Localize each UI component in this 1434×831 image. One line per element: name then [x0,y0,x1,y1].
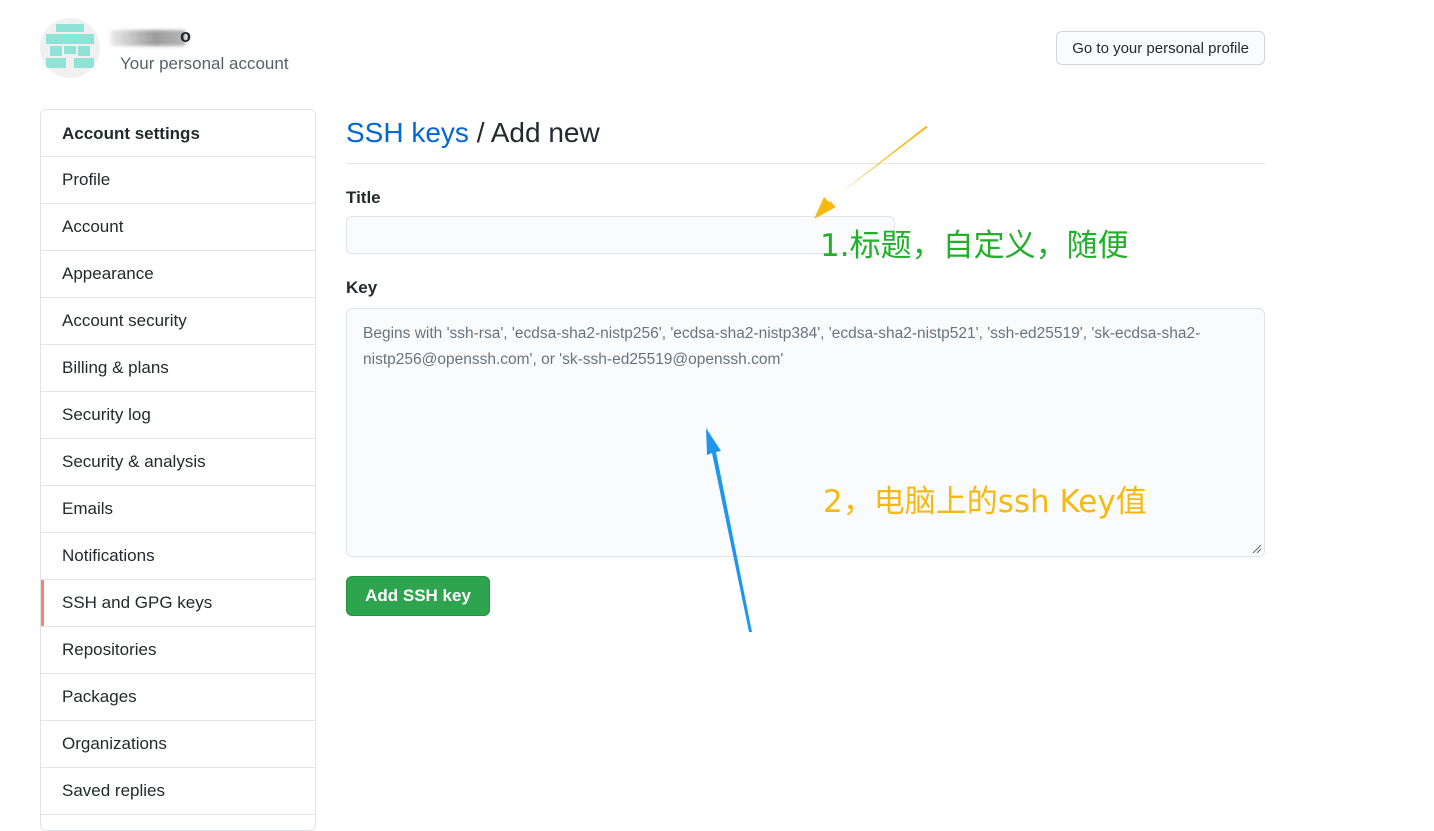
go-to-profile-button[interactable]: Go to your personal profile [1056,31,1265,65]
sidebar-heading: Account settings [41,110,315,157]
breadcrumb-ssh-keys-link[interactable]: SSH keys [346,117,469,148]
title-input[interactable] [346,216,895,254]
page-title: SSH keys / Add new [346,109,1265,164]
sidebar-item-packages[interactable]: Packages [41,674,315,721]
main-content: SSH keys / Add new Title Key Begins with… [346,109,1265,616]
sidebar-item-repositories[interactable]: Repositories [41,627,315,674]
sidebar-item-emails[interactable]: Emails [41,486,315,533]
sidebar-item-appearance[interactable]: Appearance [41,251,315,298]
account-header: o Your personal account Go to your perso… [40,18,1265,80]
sidebar-item-security-log[interactable]: Security log [41,392,315,439]
username: o [180,26,191,46]
annotation-title-note: 1.标题，自定义，随便 [820,228,1129,264]
resize-handle-icon[interactable] [1252,544,1262,554]
sidebar-item-billing[interactable]: Billing & plans [41,345,315,392]
key-placeholder: Begins with 'ssh-rsa', 'ecdsa-sha2-nistp… [363,325,1201,368]
username-redacted [110,30,186,46]
breadcrumb-current: / Add new [468,117,600,148]
sidebar-item-ssh-gpg-keys[interactable]: SSH and GPG keys [41,580,315,627]
key-label: Key [346,278,378,297]
title-label: Title [346,188,381,207]
settings-sidebar: Account settings Profile Account Appeara… [40,109,316,831]
sidebar-item-account[interactable]: Account [41,204,315,251]
sidebar-item-organizations[interactable]: Organizations [41,721,315,768]
avatar[interactable] [40,18,100,78]
sidebar-item-profile[interactable]: Profile [41,157,315,204]
sidebar-item-saved-replies[interactable]: Saved replies [41,768,315,815]
sidebar-item-notifications[interactable]: Notifications [41,533,315,580]
account-subtitle: Your personal account [120,54,289,73]
sidebar-item-account-security[interactable]: Account security [41,298,315,345]
add-ssh-key-button[interactable]: Add SSH key [346,576,490,616]
sidebar-item-security-analysis[interactable]: Security & analysis [41,439,315,486]
annotation-key-note: 2，电脑上的ssh Key值 [823,484,1147,520]
